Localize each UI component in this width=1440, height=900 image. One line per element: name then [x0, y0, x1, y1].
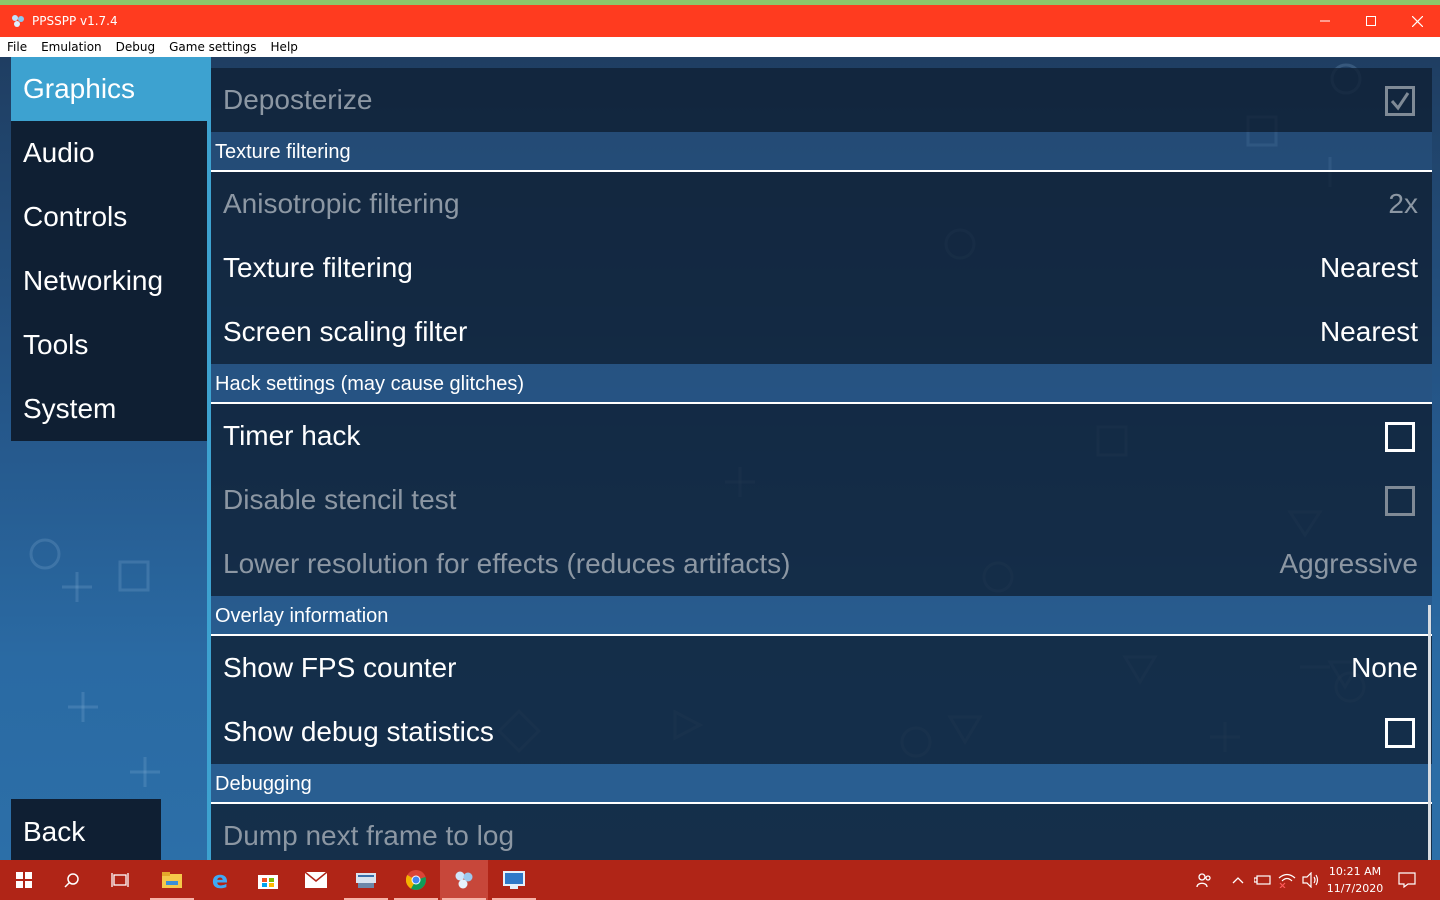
- taskbar: e 10:21 AM 11/7/2020: [0, 860, 1440, 900]
- category-tabs: Graphics Audio Controls Networking Tools…: [11, 57, 207, 441]
- setting-lower-resolution-effects[interactable]: Lower resolution for effects (reduces ar…: [211, 532, 1432, 596]
- battery-icon[interactable]: [1252, 860, 1274, 900]
- setting-value: Nearest: [1319, 252, 1418, 283]
- setting-value: Nearest: [1319, 316, 1418, 347]
- remote-desktop-icon[interactable]: [490, 860, 538, 900]
- section-header-debugging: Debugging: [211, 764, 1432, 804]
- system-clock[interactable]: 10:21 AM 11/7/2020: [1322, 863, 1388, 899]
- menu-emulation[interactable]: Emulation: [34, 37, 109, 57]
- edge-icon[interactable]: e: [196, 860, 244, 900]
- checkbox-icon[interactable]: [1385, 422, 1415, 452]
- setting-dump-next-frame[interactable]: Dump next frame to log: [211, 804, 1432, 860]
- menu-debug[interactable]: Debug: [109, 37, 162, 57]
- mail-icon[interactable]: [292, 860, 340, 900]
- ppsspp-icon[interactable]: [440, 860, 488, 900]
- title-bar: PPSSPP v1.7.4: [0, 5, 1440, 37]
- ppsspp-logo-icon: [10, 13, 26, 29]
- tab-system[interactable]: System: [11, 377, 207, 441]
- section-header-texture-filtering: Texture filtering: [211, 132, 1432, 172]
- clock-date: 11/7/2020: [1326, 882, 1384, 895]
- setting-timer-hack[interactable]: Timer hack: [211, 404, 1432, 468]
- checkbox-icon[interactable]: [1385, 718, 1415, 748]
- section-header-overlay-information: Overlay information: [211, 596, 1432, 636]
- menu-game-settings[interactable]: Game settings: [162, 37, 263, 57]
- setting-show-debug-statistics[interactable]: Show debug statistics: [211, 700, 1432, 764]
- store-icon[interactable]: [244, 860, 292, 900]
- setting-value: Aggressive: [1279, 548, 1418, 579]
- menu-file[interactable]: File: [0, 37, 34, 57]
- clock-time: 10:21 AM: [1328, 865, 1382, 878]
- maximize-button[interactable]: [1348, 5, 1394, 37]
- setting-texture-filtering[interactable]: Texture filtering Nearest: [211, 236, 1432, 300]
- file-explorer-icon[interactable]: [148, 860, 196, 900]
- settings-list: Deposterize Texture filtering Anisotropi…: [211, 57, 1432, 860]
- show-hidden-icons-chevron-icon[interactable]: [1228, 860, 1248, 900]
- window-title: PPSSPP v1.7.4: [32, 14, 118, 28]
- setting-value: None: [1351, 652, 1418, 683]
- tab-tools[interactable]: Tools: [11, 313, 207, 377]
- section-header-hack-settings: Hack settings (may cause glitches): [211, 364, 1432, 404]
- windows-start-icon[interactable]: [0, 860, 48, 900]
- volume-icon[interactable]: [1300, 860, 1322, 900]
- setting-value: 2x: [1388, 188, 1418, 219]
- chrome-icon[interactable]: [392, 860, 440, 900]
- task-view-icon[interactable]: [96, 860, 144, 900]
- close-button[interactable]: [1394, 5, 1440, 37]
- tab-audio[interactable]: Audio: [11, 121, 207, 185]
- menu-bar: File Emulation Debug Game settings Help: [0, 37, 1440, 57]
- minimize-button[interactable]: [1302, 5, 1348, 37]
- people-icon[interactable]: [1190, 860, 1218, 900]
- scanner-icon[interactable]: [342, 860, 390, 900]
- scrollbar[interactable]: [1428, 605, 1431, 860]
- menu-help[interactable]: Help: [264, 37, 305, 57]
- network-disconnected-icon[interactable]: [1276, 860, 1298, 900]
- search-icon[interactable]: [48, 860, 96, 900]
- setting-show-fps-counter[interactable]: Show FPS counter None: [211, 636, 1432, 700]
- tab-networking[interactable]: Networking: [11, 249, 207, 313]
- back-button[interactable]: Back: [11, 799, 161, 860]
- tab-controls[interactable]: Controls: [11, 185, 207, 249]
- setting-anisotropic-filtering[interactable]: Anisotropic filtering 2x: [211, 172, 1432, 236]
- setting-disable-stencil-test[interactable]: Disable stencil test: [211, 468, 1432, 532]
- setting-deposterize[interactable]: Deposterize: [211, 68, 1432, 132]
- checkbox-icon[interactable]: [1385, 486, 1415, 516]
- settings-screen: Graphics Audio Controls Networking Tools…: [0, 57, 1440, 860]
- notifications-icon[interactable]: [1392, 860, 1422, 900]
- setting-screen-scaling-filter[interactable]: Screen scaling filter Nearest: [211, 300, 1432, 364]
- setting-label: Deposterize: [223, 84, 373, 115]
- checkbox-checked-icon[interactable]: [1385, 86, 1415, 116]
- tab-graphics[interactable]: Graphics: [11, 57, 207, 121]
